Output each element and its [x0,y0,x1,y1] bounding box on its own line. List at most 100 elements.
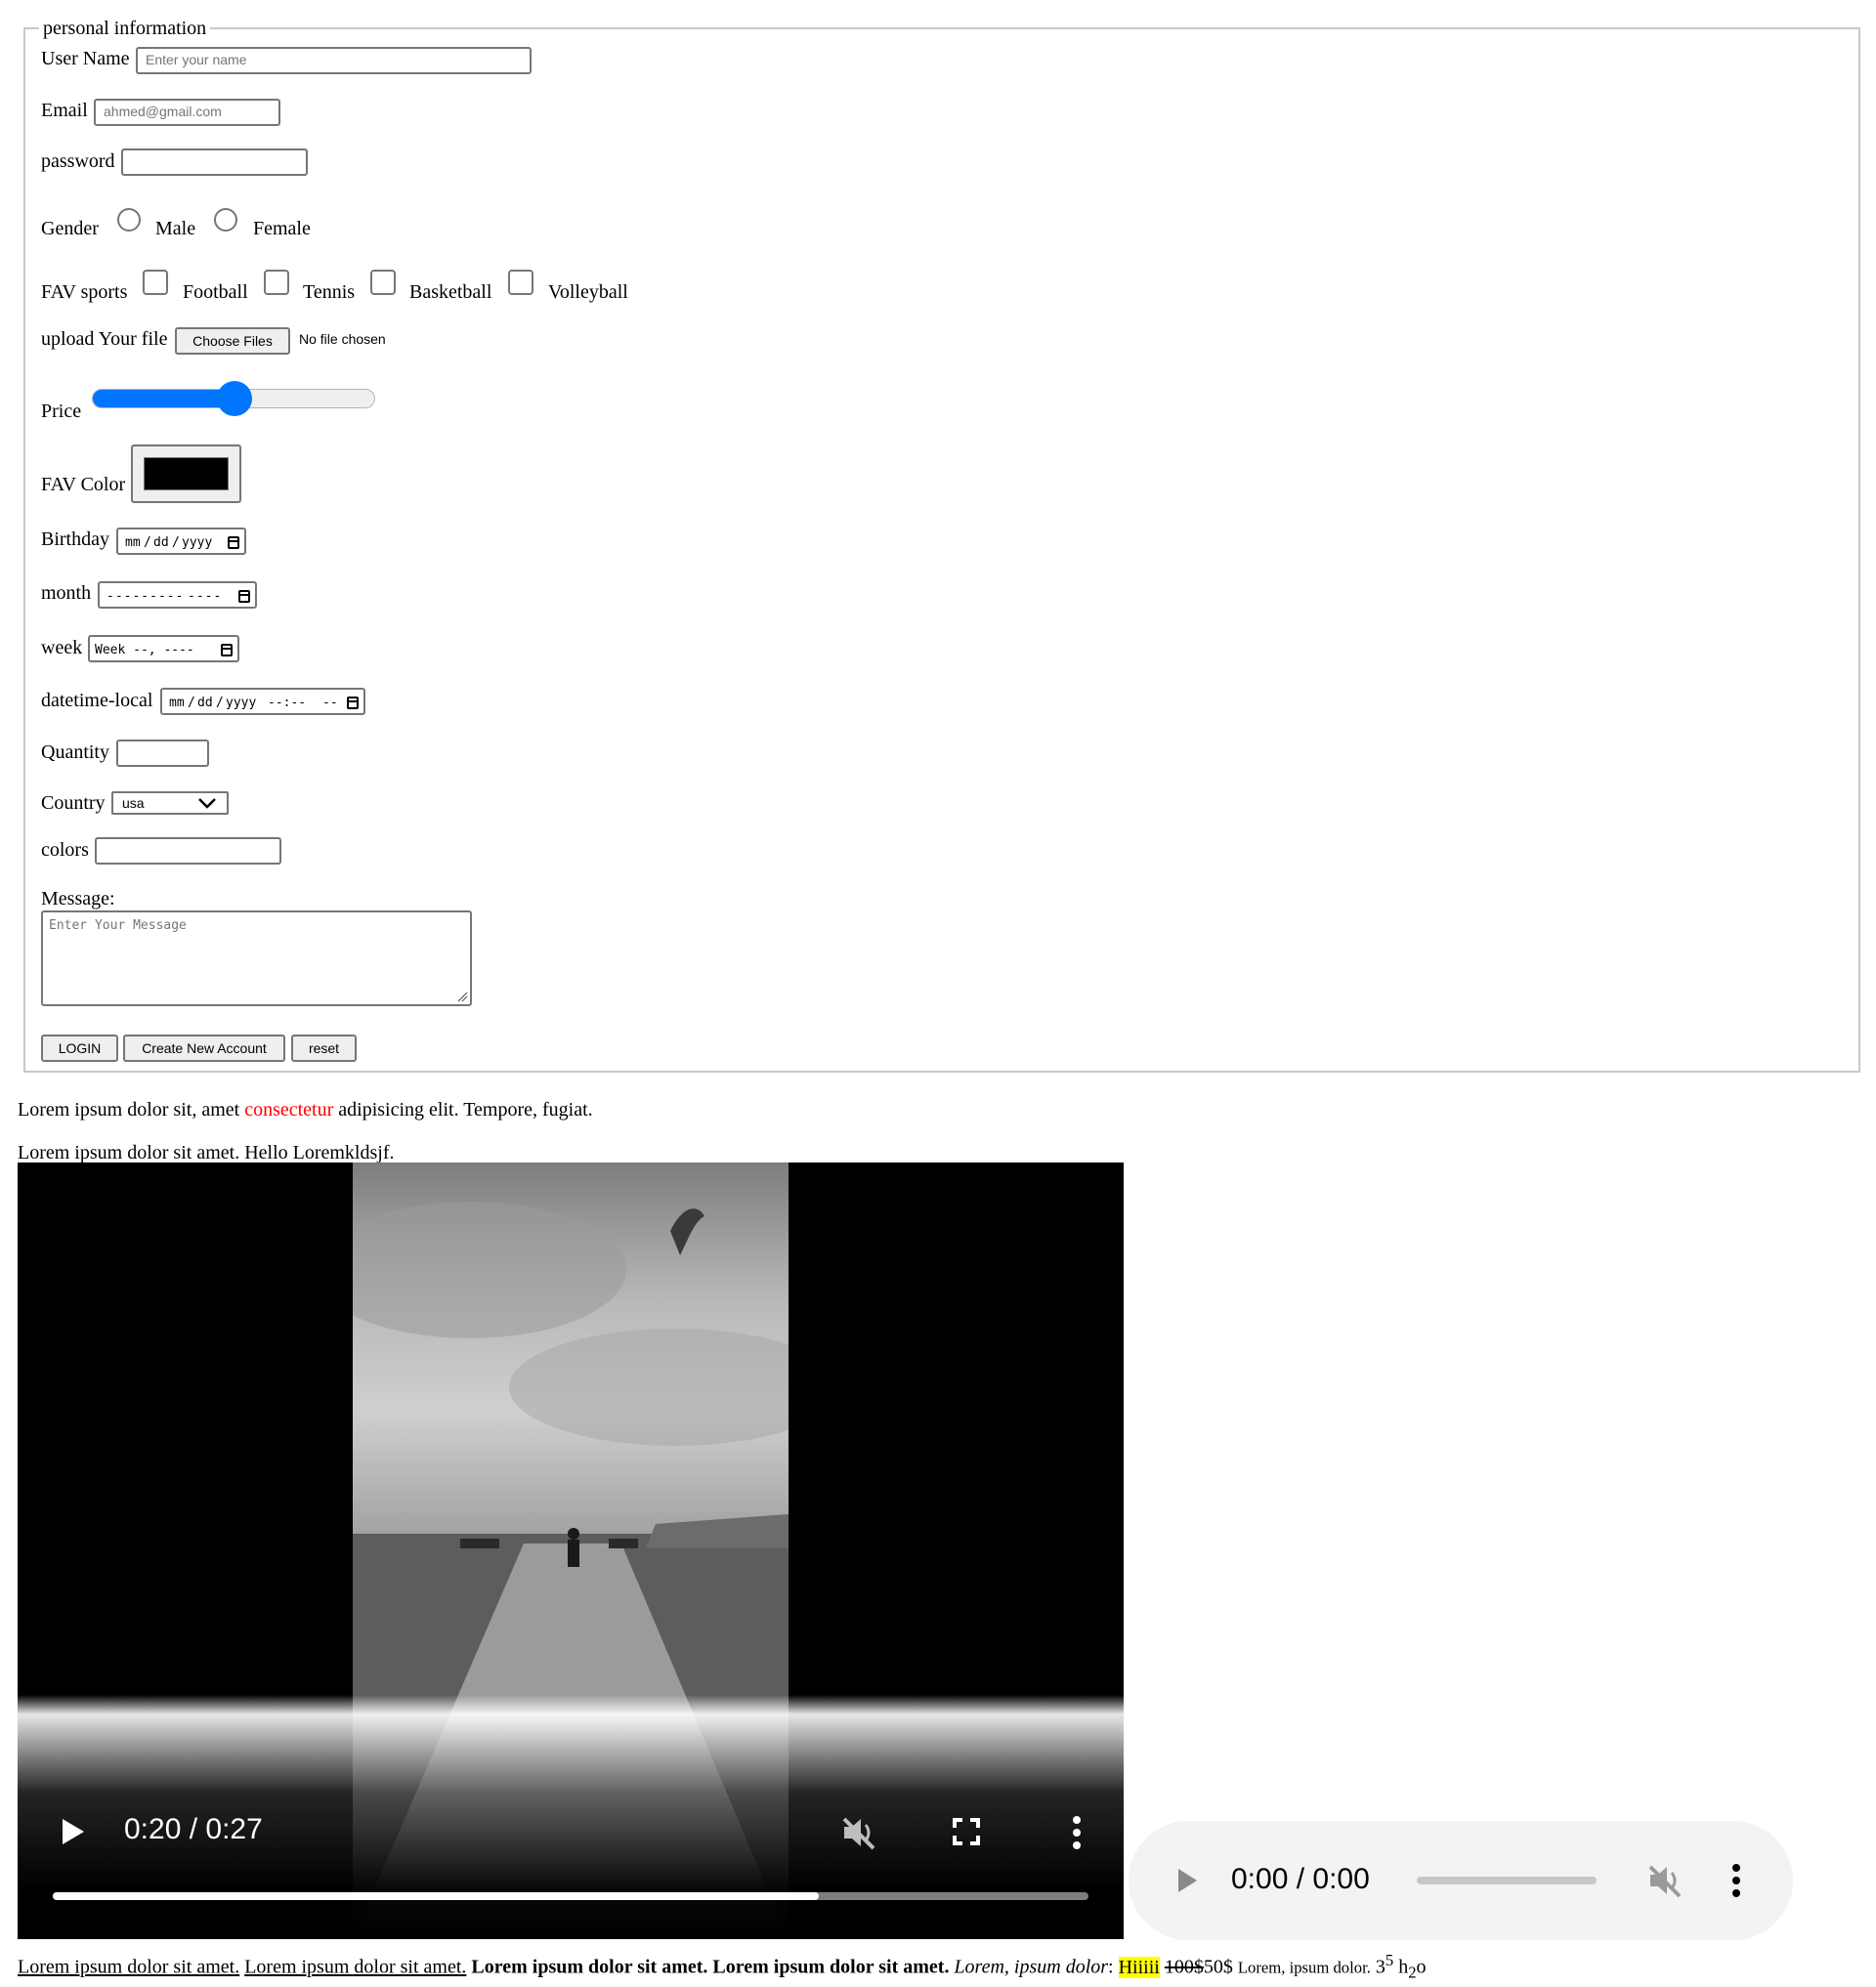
basketball-checkbox[interactable] [370,270,396,295]
tennis-label: Tennis [303,281,356,303]
username-input[interactable]: Enter your name [136,47,532,74]
datetime-input[interactable]: mm / dd / yyyy --:-- -- [160,688,365,715]
more-options-icon[interactable] [1730,1863,1742,1898]
country-select[interactable]: usa [111,791,229,815]
gender-female-label: Female [253,218,311,239]
login-button[interactable]: LOGIN [41,1035,118,1062]
video-progress-fill [53,1892,820,1900]
calendar-icon[interactable] [238,590,250,603]
message-textarea[interactable]: Enter Your Message [41,910,472,1006]
create-account-button[interactable]: Create New Account [123,1035,285,1062]
volume-muted-icon[interactable] [840,1815,877,1850]
datetime-sep-1: / [188,696,195,710]
week-placeholder: Week --, ---- [95,643,194,657]
fieldset-legend: personal information [39,16,211,41]
colors-input[interactable] [95,837,281,865]
month-input[interactable]: --------- ---- [98,581,257,609]
paragraph-1-end: adipisicing elit. Tempore, fugiat. [333,1099,593,1120]
country-selected-value: usa [122,795,145,811]
formula-h: h [1398,1956,1409,1978]
month-placeholder-month: --------- [107,589,185,604]
datetime-dd: dd [197,696,213,710]
message-label: Message: [41,888,115,909]
username-placeholder: Enter your name [146,52,247,67]
upload-label: upload Your file [41,328,168,350]
sports-label: FAV sports [41,281,128,303]
birthday-dd: dd [153,535,169,550]
week-input[interactable]: Week --, ---- [88,635,239,662]
power-exponent: 5 [1385,1951,1394,1969]
price-slider-thumb[interactable] [217,381,252,416]
play-icon[interactable] [1175,1867,1199,1894]
paragraph-1-start: Lorem ipsum dolor sit, amet [18,1099,245,1120]
resize-handle-icon[interactable] [456,991,468,1002]
color-picker[interactable] [131,444,241,503]
power-base: 3 [1375,1956,1386,1978]
volleyball-checkbox[interactable] [508,270,533,295]
audio-player[interactable]: 0:00 / 0:00 [1129,1821,1793,1940]
file-status-text: No file chosen [299,331,386,347]
audio-time: 0:00 / 0:00 [1231,1863,1370,1895]
week-label: week [41,637,83,658]
password-label: password [41,150,115,172]
birthday-input[interactable]: mm / dd / yyyy [116,528,246,555]
datetime-label: datetime-local [41,690,153,711]
formula-o: o [1416,1956,1427,1978]
chevron-down-icon [198,798,216,809]
gender-female-radio[interactable] [214,208,237,232]
choose-files-button[interactable]: Choose Files [175,327,290,355]
video-player[interactable]: 0:20 / 0:27 [18,1163,1124,1939]
datetime-sep-2: / [216,696,224,710]
bold-text-1: Lorem ipsum dolor sit amet. [471,1956,708,1978]
formula-subscript: 2 [1408,1963,1417,1982]
email-label: Email [41,100,88,121]
fullscreen-icon[interactable] [952,1817,981,1846]
datetime-mm: mm [169,696,185,710]
price-slider[interactable] [92,381,375,416]
paragraph-2: Lorem ipsum dolor sit amet. Hello Loremk… [18,1142,395,1163]
highlighted-text: Hiiiii [1118,1956,1160,1978]
color-swatch [144,457,229,490]
email-input[interactable]: ahmed@gmail.com [94,99,280,126]
gender-male-label: Male [155,218,196,239]
calendar-icon[interactable] [228,536,239,549]
message-placeholder: Enter Your Message [49,918,187,933]
volume-muted-icon[interactable] [1646,1863,1684,1898]
audio-progress-bar[interactable] [1417,1877,1597,1884]
underlined-text-2: Lorem ipsum dolor sit amet. [244,1956,467,1978]
birthday-mm: mm [125,535,141,550]
birthday-yyyy: yyyy [182,535,213,550]
bold-text-2: Lorem ipsum dolor sit amet. [712,1956,950,1978]
football-label: Football [183,281,248,303]
underlined-text-1: Lorem ipsum dolor sit amet. [18,1956,240,1978]
basketball-label: Basketball [409,281,492,303]
video-progress-bar[interactable] [53,1892,1088,1900]
more-options-icon[interactable] [1071,1815,1083,1850]
colon-text: : [1108,1956,1114,1978]
italic-text: Lorem, ipsum dolor [954,1956,1109,1978]
calendar-icon[interactable] [347,697,359,709]
tennis-checkbox[interactable] [264,270,289,295]
video-time: 0:20 / 0:27 [124,1813,263,1845]
new-price: 50$ [1203,1956,1233,1978]
country-label: Country [41,792,106,814]
username-label: User Name [41,48,130,69]
datetime-ampm: -- [322,696,338,710]
email-placeholder: ahmed@gmail.com [104,104,222,119]
calendar-icon[interactable] [221,644,233,656]
football-checkbox[interactable] [143,270,168,295]
colors-label: colors [41,839,89,861]
quantity-label: Quantity [41,741,109,763]
birthday-sep-1: / [144,535,151,550]
gender-label: Gender [41,218,99,239]
birthday-label: Birthday [41,528,109,550]
volleyball-label: Volleyball [548,281,628,303]
reset-button[interactable]: reset [291,1035,357,1062]
datetime-yyyy: yyyy [226,696,257,710]
quantity-input[interactable] [116,740,209,767]
datetime-time: --:-- [268,696,307,710]
deleted-price: 100$ [1164,1956,1204,1978]
play-icon[interactable] [59,1817,86,1846]
password-input[interactable] [121,148,308,176]
gender-male-radio[interactable] [117,208,141,232]
